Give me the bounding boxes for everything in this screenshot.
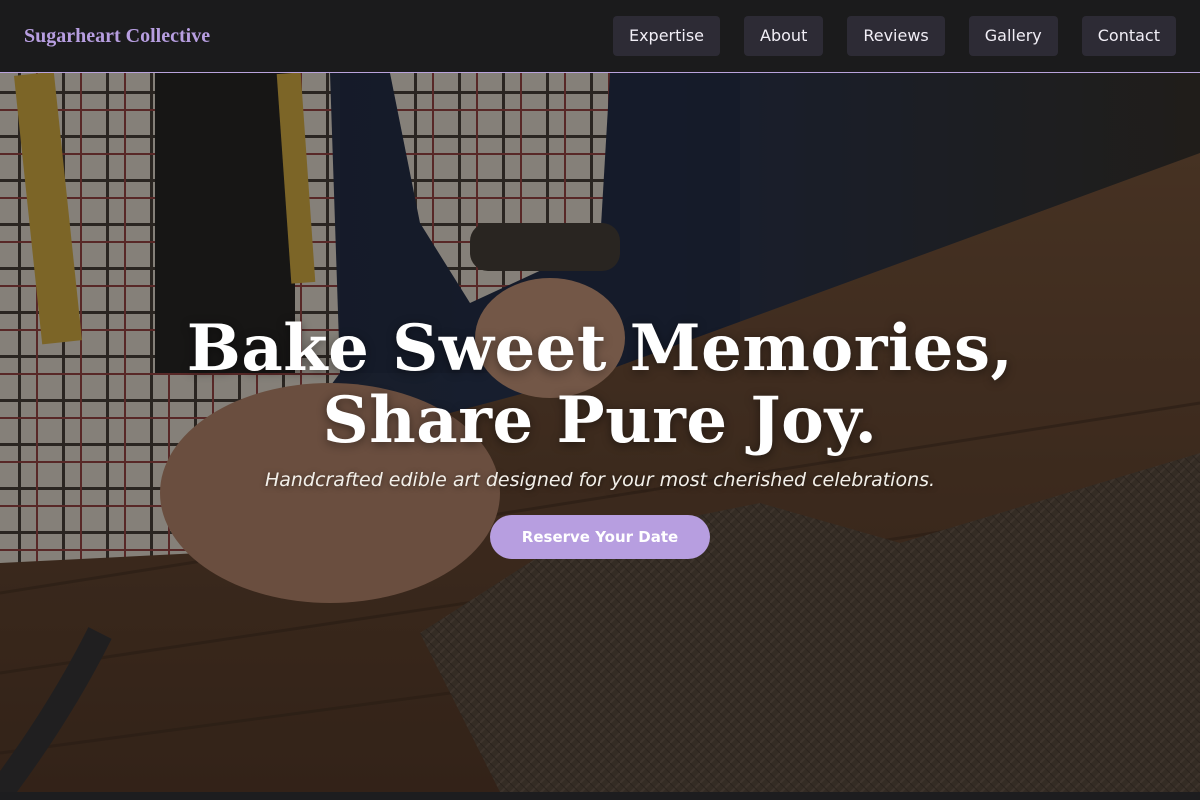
nav-link-reviews[interactable]: Reviews [847,16,945,56]
nav-link-about[interactable]: About [744,16,824,56]
hero-title: Bake Sweet Memories, Share Pure Joy. [0,313,1200,457]
nav-link-gallery[interactable]: Gallery [968,16,1058,56]
nav-link-contact[interactable]: Contact [1081,16,1176,56]
hero-title-line-2: Share Pure Joy. [322,383,878,458]
page-bottom-strip [0,792,1200,800]
brand-logo-link[interactable]: Sugarheart Collective [24,25,210,48]
nav-link-expertise[interactable]: Expertise [612,16,721,56]
hero-subtitle: Handcrafted edible art designed for your… [264,469,936,491]
hero-title-line-1: Bake Sweet Memories, [186,311,1014,386]
main-nav: Expertise About Reviews Gallery Contact [612,16,1176,56]
reserve-date-button[interactable]: Reserve Your Date [489,515,711,559]
hero-section: Bake Sweet Memories, Share Pure Joy. Han… [0,73,1200,792]
top-navbar: Sugarheart Collective Expertise About Re… [0,0,1200,73]
hero-content: Bake Sweet Memories, Share Pure Joy. Han… [0,313,1200,559]
